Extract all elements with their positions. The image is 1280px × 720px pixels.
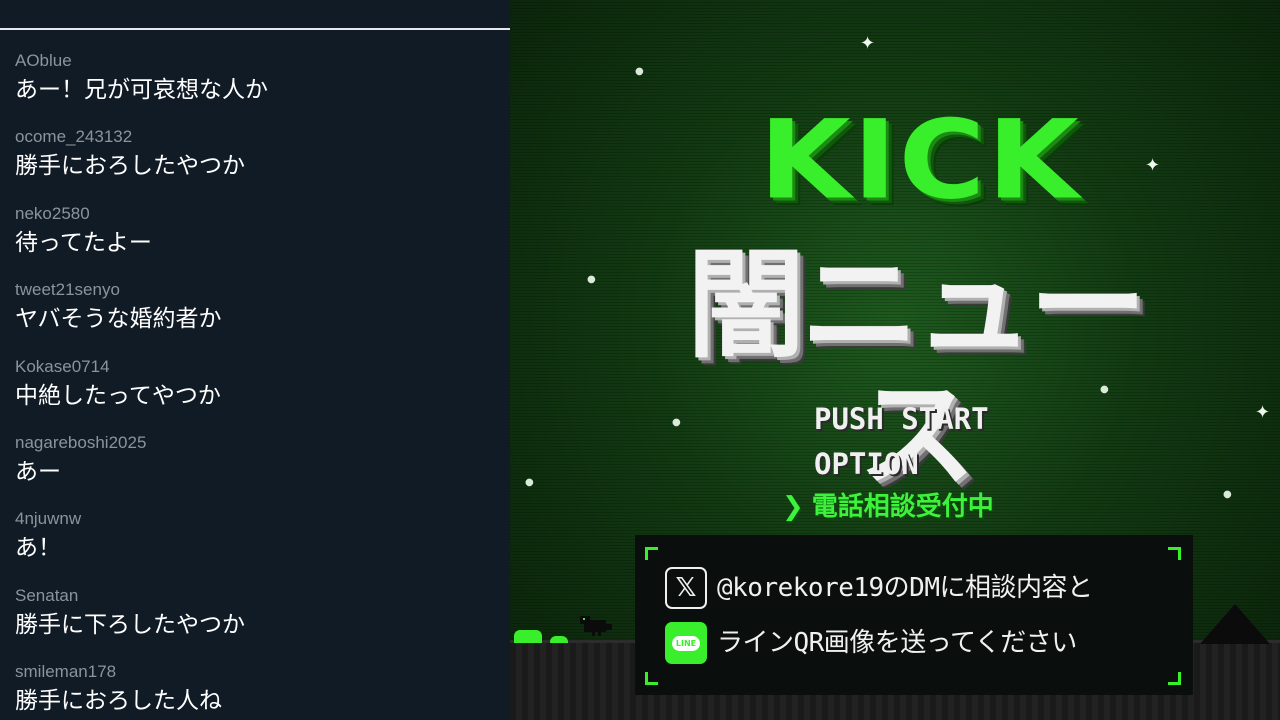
menu-phone-consult: ❯ 電話相談受付中 [782,490,994,524]
star-icon: ● [525,477,534,488]
panel-corner [645,672,658,685]
mountain-sprite [1200,604,1270,644]
chat-username[interactable]: Senatan [15,585,505,607]
chat-message: tweet21senyo ヤバそうな婚約者か [15,279,505,355]
chat-text: 中絶したってやつか [15,382,221,409]
x-contact-text: @korekore19のDMに相談内容と [717,573,1093,603]
panel-corner [645,547,658,560]
line-contact-text: ラインQR画像を送ってください [717,628,1077,658]
line-logo-icon: LINE [665,622,707,664]
panel-corner [1168,547,1181,560]
sparkle-icon: ✦ [1255,402,1271,423]
bush-sprite [514,630,542,643]
contact-panel: 𝕏 @korekore19のDMに相談内容と LINE ラインQR画像を送ってく… [635,535,1193,695]
panel-corner [1168,672,1181,685]
chat-text: あー [15,458,61,485]
line-logo-label: LINE [671,635,701,651]
star-icon: ● [1223,489,1232,500]
chat-text: 勝手におろしたやつか [15,153,245,180]
chat-text: あー！兄が可哀想な人か [15,77,268,103]
chat-message: neko2580 待ってたよー [15,203,505,279]
chat-username[interactable]: 4njuwnw [15,508,505,530]
chat-username[interactable]: neko2580 [15,203,505,225]
chat-message: AOblue あー！兄が可哀想な人か [15,50,505,126]
chat-text: ヤバそうな婚約者か [15,306,222,333]
sparkle-icon: ✦ [1145,155,1161,176]
chat-divider [0,28,510,30]
chat-message: smileman178 勝手におろした人ね [15,661,505,720]
chat-text: 勝手におろした人ね [15,688,222,715]
star-icon: ● [635,66,644,77]
line-contact-row: LINE ラインQR画像を送ってください [665,621,1077,665]
stream-video[interactable]: ✦ ● ✦ ● ● ✦ ● ● ● KICK 闇ニュース PUSH START … [510,0,1280,720]
star-icon: ● [587,274,596,285]
chat-message-list[interactable]: AOblue あー！兄が可哀想な人か ocome_243132 勝手におろしたや… [15,50,505,720]
bush-sprite [550,636,568,643]
chat-text: あ！ [15,535,61,562]
chat-text: 勝手に下ろしたやつか [15,611,245,638]
chevron-right-icon: ❯ [782,492,804,522]
sparkle-icon: ✦ [860,33,876,54]
chat-text: 待ってたよー [15,229,152,256]
menu-phone-label: 電話相談受付中 [811,492,994,522]
bird-sprite [580,616,612,636]
menu-push-start: PUSH START [814,402,989,436]
chat-username[interactable]: ocome_243132 [15,126,505,148]
chat-username[interactable]: tweet21senyo [15,279,505,301]
chat-username[interactable]: smileman178 [15,661,505,683]
chat-message: nagareboshi2025 あー [15,432,505,508]
chat-message: ocome_243132 勝手におろしたやつか [15,126,505,202]
chat-message: 4njuwnw あ！ [15,508,505,584]
chat-username[interactable]: Kokase0714 [15,356,505,378]
chat-panel: AOblue あー！兄が可哀想な人か ocome_243132 勝手におろしたや… [0,0,510,720]
chat-username[interactable]: nagareboshi2025 [15,432,505,454]
menu-option: OPTION [814,447,919,481]
x-contact-row: 𝕏 @korekore19のDMに相談内容と [665,566,1093,610]
kick-logo: KICK [759,96,1081,224]
chat-username[interactable]: AOblue [15,50,505,72]
x-logo-icon: 𝕏 [665,567,707,609]
chat-message: Senatan 勝手に下ろしたやつか [15,585,505,661]
chat-message: Kokase0714 中絶したってやつか [15,356,505,432]
